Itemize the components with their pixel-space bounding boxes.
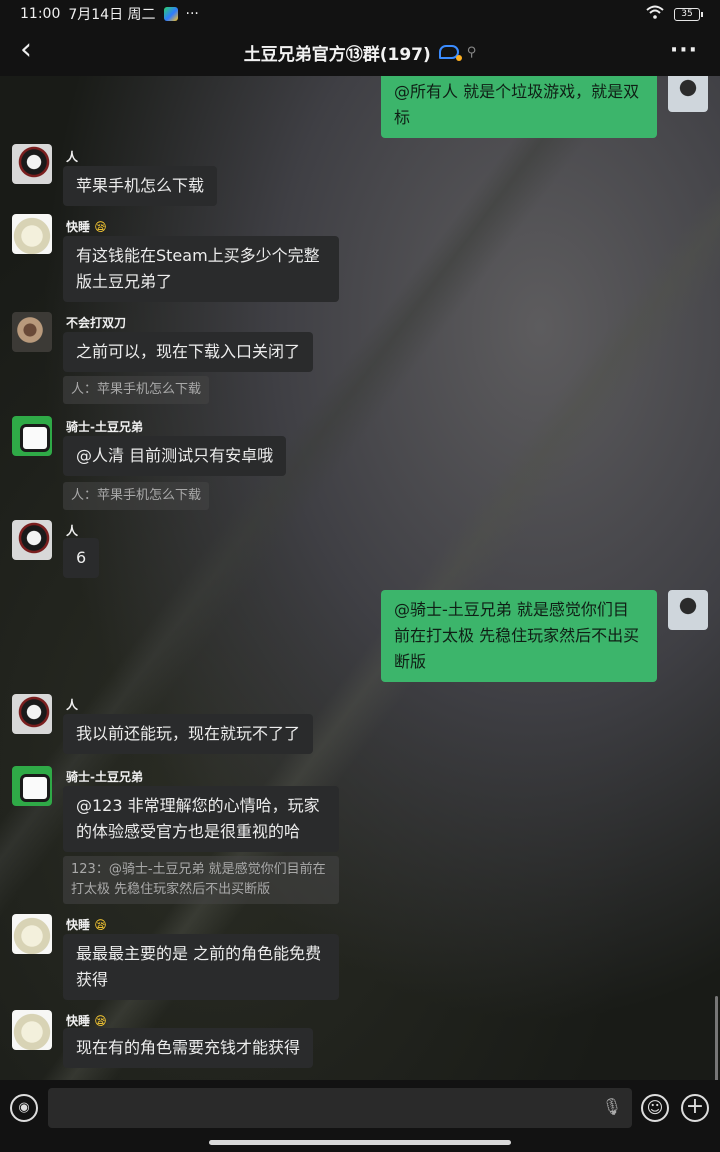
message-bubble[interactable]: @人清 目前测试只有安卓哦	[63, 436, 287, 476]
mic-icon[interactable]: 🎙	[602, 1097, 622, 1116]
message-bubble[interactable]: 之前可以，现在下载入口关闭了	[63, 332, 314, 372]
avatar[interactable]	[12, 214, 52, 254]
avatar[interactable]	[12, 1010, 52, 1050]
avatar[interactable]	[12, 312, 52, 352]
status-date: 7月14日 周二	[68, 7, 156, 23]
emoji-icon[interactable]: ☺	[641, 1094, 669, 1122]
message-bubble[interactable]: 我以前还能玩，现在就玩不了了	[63, 714, 314, 754]
message-bubble[interactable]: 最最最主要的是 之前的角色能免费获得	[63, 934, 339, 1000]
message-bubble[interactable]: 有这钱能在Steam上买多少个完整版土豆兄弟了	[63, 236, 339, 302]
sender-name: 人	[66, 524, 79, 538]
scrollbar[interactable]	[715, 996, 718, 1080]
sender-name: 骑士-土豆兄弟	[66, 770, 143, 784]
home-indicator[interactable]	[209, 1140, 511, 1145]
avatar[interactable]	[12, 144, 52, 184]
avatar[interactable]	[12, 416, 52, 456]
avatar[interactable]	[668, 590, 708, 630]
message-bubble[interactable]: @所有人 就是个垃圾游戏，就是双标	[381, 76, 657, 138]
avatar[interactable]	[12, 520, 52, 560]
sender-name: 快睡 😪	[66, 220, 107, 234]
message-list[interactable]: @所有人 就是个垃圾游戏，就是双标 人 苹果手机怎么下载 快睡 😪 有这钱能在S…	[0, 76, 720, 1080]
chat-title: 土豆兄弟官方⑬群(197) ⚲	[244, 40, 477, 65]
chat-header: ‹ 土豆兄弟官方⑬群(197) ⚲ ···	[0, 28, 720, 76]
sender-name: 不会打双刀	[66, 316, 127, 330]
message-bubble[interactable]: 现在有的角色需要充钱才能获得	[63, 1028, 314, 1068]
avatar[interactable]	[12, 694, 52, 734]
hint-icon: ⚲	[466, 44, 477, 60]
avatar[interactable]	[12, 914, 52, 954]
back-arrow-icon[interactable]: ‹	[20, 35, 48, 66]
plus-icon[interactable]: +	[681, 1094, 709, 1122]
sender-name: 快睡 😪	[66, 918, 107, 932]
sender-name: 快睡 😪	[66, 1014, 107, 1028]
more-menu-icon[interactable]: ···	[670, 38, 698, 63]
status-time: 11:00	[20, 6, 61, 22]
sender-name: 人	[66, 150, 79, 164]
reply-quote[interactable]: 123：@骑士-土豆兄弟 就是感觉你们目前在打太极 先稳住玩家然后不出买断版	[63, 856, 339, 904]
battery-icon: 35	[674, 7, 703, 21]
group-name: 土豆兄弟官方⑬群(197)	[243, 44, 431, 65]
message-bubble[interactable]: 苹果手机怎么下载	[63, 166, 218, 206]
message-bubble[interactable]: 6	[63, 538, 100, 578]
app-store-icon	[163, 7, 178, 21]
avatar[interactable]	[668, 76, 708, 112]
official-group-icon	[438, 45, 462, 61]
reply-quote[interactable]: 人：苹果手机怎么下载	[63, 376, 210, 404]
status-more: ···	[185, 6, 199, 22]
status-bar: 11:00 7月14日 周二 ··· 35	[0, 0, 720, 28]
wifi-icon	[646, 5, 664, 23]
message-bubble[interactable]: @骑士-土豆兄弟 就是感觉你们目前在打太极 先稳住玩家然后不出买断版	[381, 590, 657, 682]
message-bubble[interactable]: @123 非常理解您的心情哈，玩家的体验感受官方也是很重视的哈	[63, 786, 339, 852]
sender-name: 人	[66, 698, 79, 712]
avatar[interactable]	[12, 766, 52, 806]
voice-icon[interactable]: ◉	[10, 1094, 38, 1122]
reply-quote[interactable]: 人：苹果手机怎么下载	[63, 482, 210, 510]
message-input[interactable]: 🎙	[48, 1088, 632, 1128]
sender-name: 骑士-土豆兄弟	[66, 420, 143, 434]
